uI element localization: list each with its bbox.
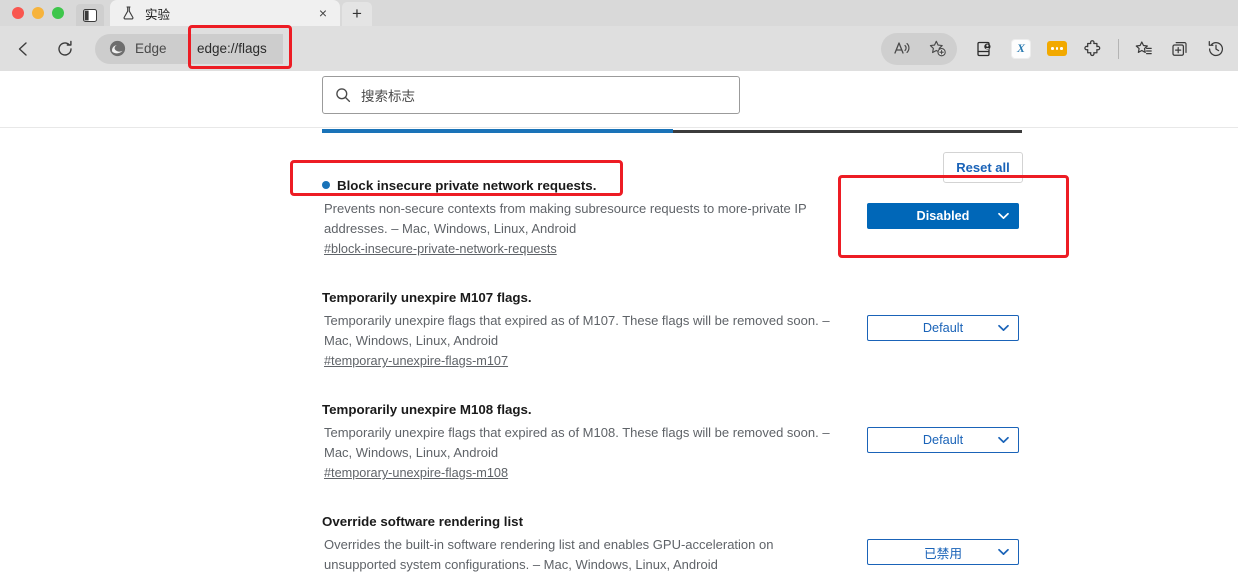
read-aloud-icon [893, 42, 909, 54]
toolbar-actions: X [881, 26, 1238, 71]
window-minimize-button[interactable] [32, 7, 44, 19]
flag-info: Block insecure private network requests.… [322, 177, 852, 258]
favorites-button[interactable] [1128, 33, 1160, 65]
new-tab-button[interactable]: + [342, 2, 372, 26]
sidebar-toggle-icon [83, 8, 97, 22]
chevron-down-icon [998, 548, 1009, 556]
browser-toolbar: Edge edge://flags X [0, 26, 1238, 71]
flag-title: Temporarily unexpire M108 flags. [322, 402, 532, 417]
edge-identity-chip[interactable]: Edge [95, 33, 185, 64]
flag-select[interactable]: Default [867, 315, 1019, 341]
flag-title: Override software rendering list [322, 514, 523, 529]
read-aloud-button[interactable] [885, 33, 917, 65]
address-bar[interactable]: Edge edge://flags [95, 33, 881, 65]
flag-title: Block insecure private network requests. [322, 177, 852, 194]
split-screen-icon [1172, 41, 1187, 56]
tab-strip: 实验 × + [0, 0, 1238, 26]
back-arrow-icon [18, 41, 27, 56]
extension-x-icon: X [1011, 38, 1031, 59]
edge-logo-icon [109, 40, 126, 57]
flag-description: Temporarily unexpire flags that expired … [324, 313, 830, 348]
extensions-puzzle-icon [1084, 39, 1101, 56]
split-screen-button[interactable] [1164, 33, 1196, 65]
flag-select-value: Default [922, 321, 964, 335]
flag-select-wrapper: 已禁用 [867, 539, 1019, 565]
extension-x-button[interactable]: X [1005, 33, 1037, 65]
add-favorite-icon [929, 40, 946, 57]
omnibox-empty-space[interactable] [283, 34, 881, 64]
modified-dot-icon [322, 181, 330, 190]
history-button[interactable] [1200, 33, 1232, 65]
flag-title-text: Block insecure private network requests. [337, 178, 597, 193]
flag-description: Temporarily unexpire flags that expired … [324, 425, 830, 460]
more-dots-badge-icon [1047, 41, 1067, 56]
history-icon [1208, 40, 1224, 56]
favorites-icon [1135, 40, 1152, 54]
reset-all-button[interactable]: Reset all [943, 152, 1023, 183]
search-icon [336, 88, 351, 103]
sidebar-toggle-button[interactable] [76, 4, 104, 26]
edge-chip-label: Edge [135, 41, 167, 56]
collections-button[interactable] [969, 33, 1001, 65]
flag-hash-link[interactable]: #temporary-unexpire-flags-m108 [324, 466, 508, 480]
flag-select-value: Default [922, 433, 964, 447]
flag-select[interactable]: Disabled [867, 203, 1019, 229]
close-icon[interactable]: × [314, 4, 332, 22]
flag-info: Override software rendering list Overrid… [322, 513, 852, 579]
flag-select-wrapper: Default [867, 427, 1019, 453]
flags-active-tab-indicator [322, 129, 673, 133]
flag-select-value: 已禁用 [923, 546, 963, 561]
browser-tab[interactable]: 实验 × [110, 0, 340, 26]
collections-icon [977, 41, 991, 56]
flag-select-value: Disabled [916, 209, 970, 223]
flag-select[interactable]: Default [867, 427, 1019, 453]
flag-select-wrapper: Disabled [867, 203, 1019, 229]
flag-hash-link[interactable]: #temporary-unexpire-flags-m107 [324, 354, 508, 368]
flag-hash-link[interactable]: #block-insecure-private-network-requests [324, 242, 557, 256]
extensions-button[interactable] [1077, 33, 1109, 65]
flag-description: Overrides the built-in software renderin… [324, 537, 774, 572]
url-field[interactable]: edge://flags [185, 33, 283, 64]
add-to-favorites-button[interactable] [921, 33, 953, 65]
flag-info: Temporarily unexpire M108 flags. Tempora… [322, 401, 852, 482]
toolbar-divider [1118, 38, 1119, 59]
flag-select[interactable]: 已禁用 [867, 539, 1019, 565]
search-placeholder: 搜索标志 [361, 89, 415, 104]
more-dots-badge-button[interactable] [1041, 33, 1073, 65]
window-close-button[interactable] [12, 7, 24, 19]
reload-button[interactable] [48, 32, 82, 66]
flag-select-wrapper: Default [867, 315, 1019, 341]
chevron-down-icon [998, 436, 1009, 444]
flags-tab-underline [322, 129, 1022, 133]
tab-title: 实验 [145, 7, 171, 22]
back-button[interactable] [7, 32, 41, 66]
flag-info: Temporarily unexpire M107 flags. Tempora… [322, 289, 852, 370]
read-aloud-favorite-group [881, 32, 957, 65]
window-zoom-button[interactable] [52, 7, 64, 19]
flags-page: 搜索标志 Reset all Block insecure private ne… [0, 71, 1238, 579]
url-text: edge://flags [197, 41, 267, 56]
flask-icon [121, 6, 136, 21]
chevron-down-icon [998, 212, 1009, 220]
window-traffic-lights [0, 0, 74, 26]
search-input[interactable]: 搜索标志 [322, 76, 740, 114]
chevron-down-icon [998, 324, 1009, 332]
flag-title: Temporarily unexpire M107 flags. [322, 290, 532, 305]
flag-description: Prevents non-secure contexts from making… [324, 201, 807, 236]
reload-icon [58, 40, 72, 56]
flags-page-header: 搜索标志 Reset all [0, 71, 1238, 183]
